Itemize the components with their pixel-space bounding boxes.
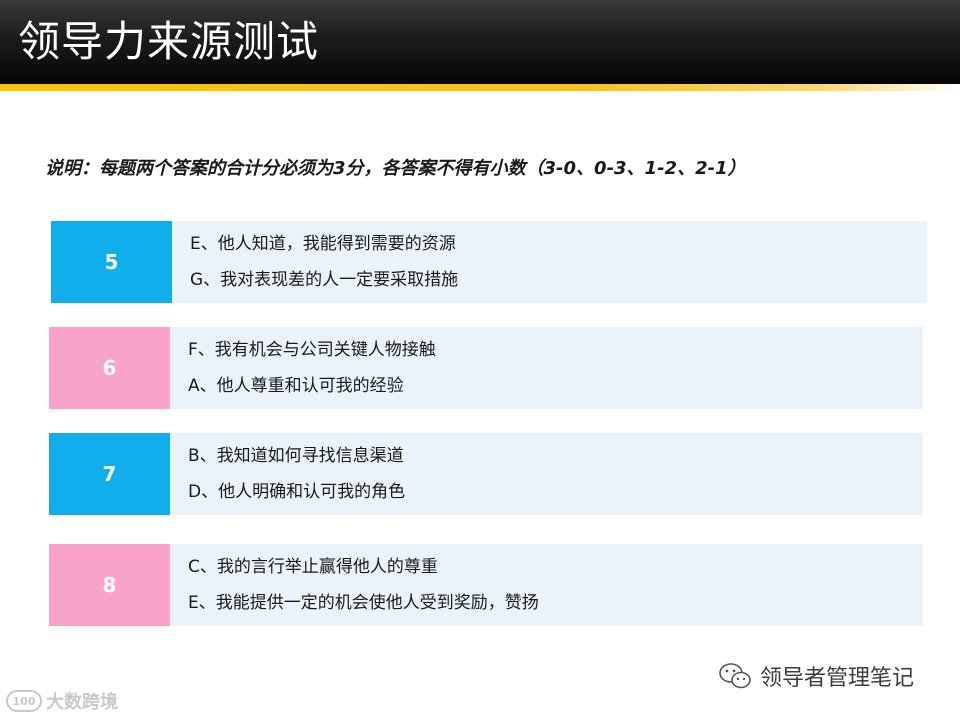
- question-options: C、我的言行举止赢得他人的尊重 E、我能提供一定的机会使他人受到奖励，赞扬: [170, 544, 923, 626]
- answer-option: E、他人知道，我能得到需要的资源: [190, 234, 456, 254]
- accent-bar: [0, 84, 960, 91]
- answer-option: B、我知道如何寻找信息渠道: [188, 446, 404, 466]
- answer-option: D、他人明确和认可我的角色: [188, 482, 406, 502]
- answer-option: G、我对表现差的人一定要采取措施: [190, 270, 459, 290]
- title-bar: 领导力来源测试: [0, 0, 960, 84]
- watermark-text: 大数跨境: [46, 692, 118, 713]
- answer-option: C、我的言行举止赢得他人的尊重: [188, 557, 438, 577]
- question-number-badge: 7: [49, 433, 170, 515]
- question-options: E、他人知道，我能得到需要的资源 G、我对表现差的人一定要采取措施: [172, 221, 927, 303]
- question-row-8: 8 C、我的言行举止赢得他人的尊重 E、我能提供一定的机会使他人受到奖励，赞扬: [49, 544, 923, 626]
- question-options: F、我有机会与公司关键人物接触 A、他人尊重和认可我的经验: [170, 327, 923, 409]
- question-row-5: 5 E、他人知道，我能得到需要的资源 G、我对表现差的人一定要采取措施: [51, 221, 927, 303]
- wechat-icon: [719, 663, 751, 689]
- answer-option: A、他人尊重和认可我的经验: [188, 376, 404, 396]
- instruction-text: 说明：每题两个答案的合计分必须为3分，各答案不得有小数（3-0、0-3、1-2、…: [45, 158, 746, 179]
- answer-option: E、我能提供一定的机会使他人受到奖励，赞扬: [188, 593, 539, 613]
- question-number-badge: 6: [49, 327, 170, 409]
- question-row-6: 6 F、我有机会与公司关键人物接触 A、他人尊重和认可我的经验: [49, 327, 923, 409]
- account-name: 领导者管理笔记: [760, 666, 915, 691]
- question-row-7: 7 B、我知道如何寻找信息渠道 D、他人明确和认可我的角色: [49, 433, 923, 515]
- watermark-logo: 100 大数跨境: [6, 688, 118, 714]
- question-options: B、我知道如何寻找信息渠道 D、他人明确和认可我的角色: [170, 433, 923, 515]
- question-number-badge: 8: [49, 544, 170, 626]
- account-watermark: 领导者管理笔记: [718, 660, 914, 692]
- brand-logo-icon: 100: [6, 690, 42, 712]
- answer-option: F、我有机会与公司关键人物接触: [188, 340, 436, 360]
- slide-title: 领导力来源测试: [18, 17, 320, 66]
- question-number-badge: 5: [51, 221, 172, 303]
